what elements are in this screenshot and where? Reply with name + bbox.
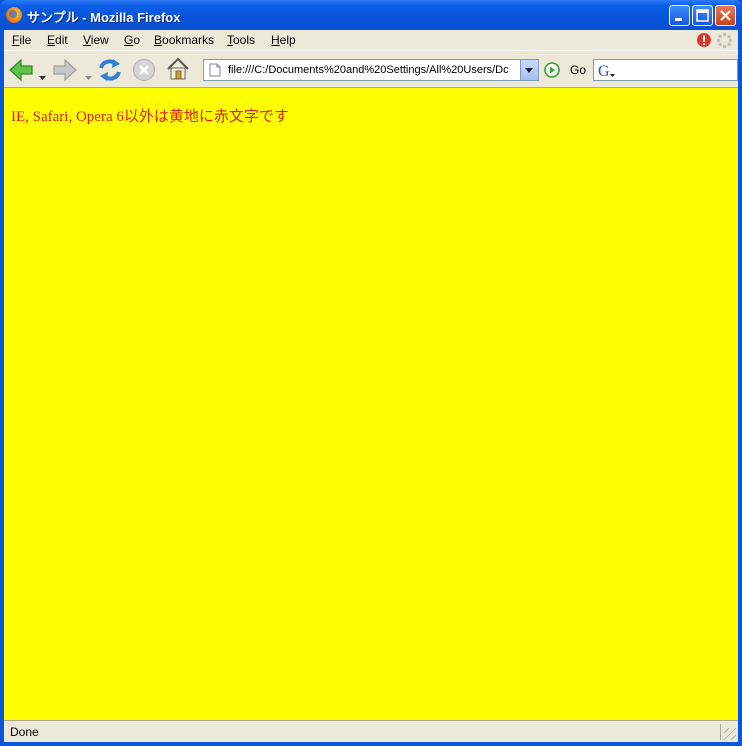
search-box[interactable]: G <box>593 59 738 81</box>
status-separator <box>720 724 721 740</box>
menu-go[interactable]: Go <box>124 33 140 47</box>
status-bar: Done <box>4 720 738 742</box>
forward-dropdown-icon[interactable] <box>85 68 92 86</box>
url-dropdown-button[interactable] <box>520 60 538 80</box>
resize-grip[interactable] <box>724 728 736 740</box>
menu-bookmarks[interactable]: Bookmarks <box>154 33 214 47</box>
stop-button[interactable] <box>132 58 156 87</box>
menu-tools[interactable]: Tools <box>227 33 255 47</box>
navigation-toolbar: file:///C:/Documents%20and%20Settings/Al… <box>4 50 738 88</box>
menu-bar: File Edit View Go Bookmarks Tools Help <box>4 30 738 50</box>
menu-edit[interactable]: Edit <box>47 33 68 47</box>
url-bar[interactable]: file:///C:/Documents%20and%20Settings/Al… <box>203 59 539 81</box>
stop-loading-icon[interactable] <box>696 32 712 51</box>
browser-window: サンプル - Mozilla Firefox File Edit View Go… <box>0 0 742 746</box>
page-icon <box>209 63 221 82</box>
page-text: IE, Safari, Opera 6以外は黄地に赤文字です <box>11 109 289 125</box>
forward-button[interactable] <box>52 58 78 87</box>
status-text: Done <box>10 725 39 739</box>
minimize-button[interactable] <box>669 5 690 26</box>
maximize-button[interactable] <box>692 5 713 26</box>
reload-button[interactable] <box>96 56 124 89</box>
close-button[interactable] <box>715 5 736 26</box>
svg-text:G: G <box>598 63 610 79</box>
back-button[interactable] <box>8 58 34 87</box>
firefox-icon <box>6 7 22 23</box>
url-text[interactable]: file:///C:/Documents%20and%20Settings/Al… <box>228 64 520 76</box>
throbber-icon <box>716 32 733 52</box>
home-button[interactable] <box>165 56 191 87</box>
search-engine-icon[interactable]: G <box>597 62 615 84</box>
menu-help[interactable]: Help <box>271 33 296 47</box>
back-dropdown-icon[interactable] <box>39 68 46 86</box>
menu-view[interactable]: View <box>83 33 109 47</box>
window-title: サンプル - Mozilla Firefox <box>27 10 181 25</box>
title-bar[interactable]: サンプル - Mozilla Firefox <box>0 0 742 30</box>
go-icon[interactable] <box>544 62 560 83</box>
menu-file[interactable]: File <box>12 33 31 47</box>
page-content: IE, Safari, Opera 6以外は黄地に赤文字です <box>4 88 738 720</box>
go-button[interactable]: Go <box>570 63 586 77</box>
